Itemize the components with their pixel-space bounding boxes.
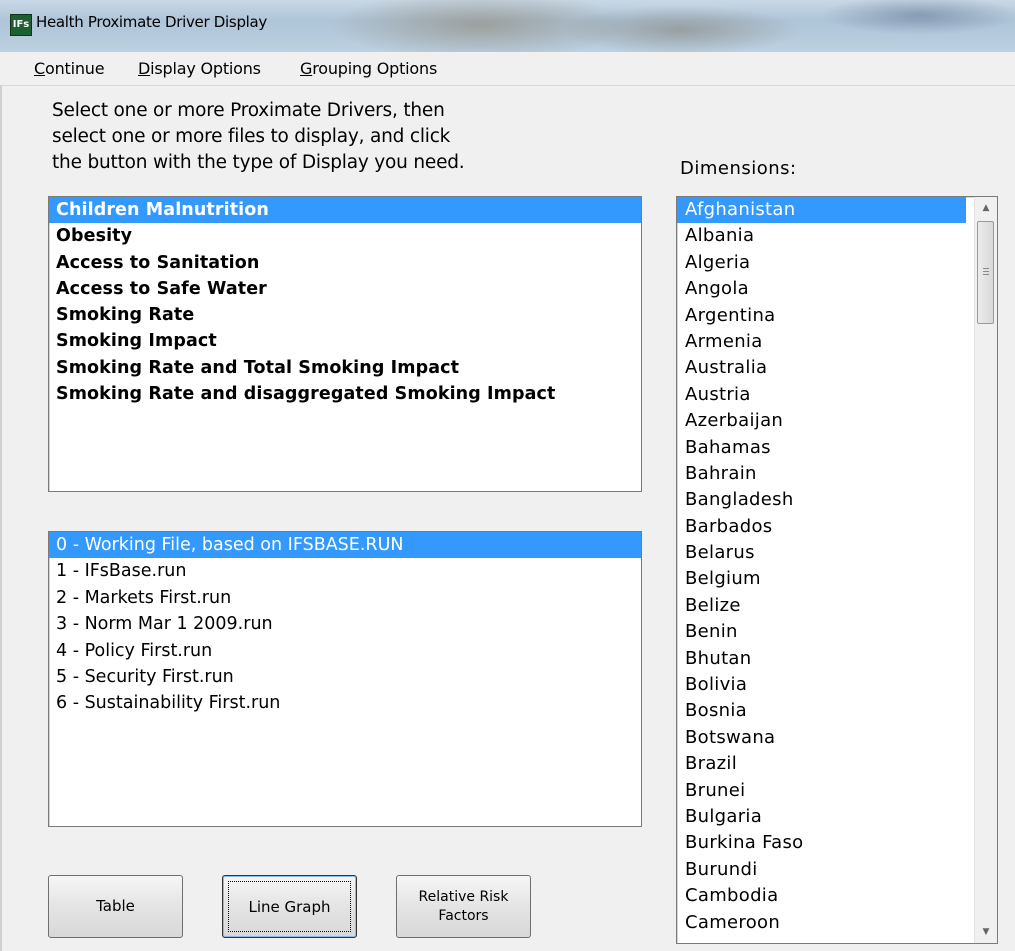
dimension-item[interactable]: Azerbaijan: [677, 408, 966, 434]
menu-bar: Continue Display Options Grouping Option…: [0, 52, 1015, 86]
table-button-label: able: [102, 897, 135, 915]
dimension-item[interactable]: Bulgaria: [677, 804, 966, 830]
file-item[interactable]: 0 - Working File, based on IFSBASE.RUN: [49, 532, 641, 559]
dimension-item[interactable]: Brunei: [677, 778, 966, 804]
driver-item[interactable]: Smoking Impact: [49, 328, 641, 354]
dimension-item[interactable]: Bolivia: [677, 672, 966, 698]
relative-risk-label-line1: Relative Risk: [418, 889, 509, 905]
dimension-item[interactable]: Brazil: [677, 751, 966, 777]
driver-item[interactable]: Children Malnutrition: [49, 197, 641, 224]
file-item[interactable]: 3 - Norm Mar 1 2009.run: [49, 611, 641, 637]
scrollbar-thumb[interactable]: [977, 221, 994, 324]
relative-risk-label-line2: Factors: [438, 908, 489, 924]
driver-item[interactable]: Smoking Rate: [49, 302, 641, 328]
dimensions-scrollbar[interactable]: ▲ ▼: [974, 197, 997, 943]
menu-grouping-options-label: rouping Options: [312, 59, 438, 78]
scroll-down-arrow-icon[interactable]: ▼: [975, 921, 997, 943]
driver-item[interactable]: Smoking Rate and disaggregated Smoking I…: [49, 381, 641, 407]
driver-item[interactable]: Access to Safe Water: [49, 276, 641, 302]
dimension-item[interactable]: Burkina Faso: [677, 830, 966, 856]
app-icon: IFs: [10, 14, 32, 36]
file-item[interactable]: 5 - Security First.run: [49, 664, 641, 690]
dimension-item[interactable]: Cambodia: [677, 883, 966, 909]
dimension-item[interactable]: Angola: [677, 276, 966, 302]
menu-continue[interactable]: Continue: [34, 59, 105, 78]
line-graph-button[interactable]: Line Graph: [222, 875, 357, 938]
instructions-text: Select one or more Proximate Drivers, th…: [52, 100, 465, 173]
dimension-item[interactable]: Afghanistan: [677, 197, 966, 224]
dimension-item[interactable]: Belize: [677, 593, 966, 619]
driver-item[interactable]: Smoking Rate and Total Smoking Impact: [49, 355, 641, 381]
dimension-item[interactable]: Belgium: [677, 566, 966, 592]
menu-display-options-accel: D: [138, 59, 151, 78]
dimension-item[interactable]: Bahamas: [677, 435, 966, 461]
dimension-item[interactable]: Burundi: [677, 857, 966, 883]
title-bar[interactable]: IFs Health Proximate Driver Display: [0, 0, 1015, 52]
menu-display-options[interactable]: Display Options: [138, 59, 261, 78]
files-list[interactable]: 0 - Working File, based on IFSBASE.RUN 1 …: [48, 531, 642, 827]
dimension-item[interactable]: Australia: [677, 355, 966, 381]
line-graph-button-accel: L: [248, 898, 257, 916]
dimension-item[interactable]: Albania: [677, 223, 966, 249]
dimension-item[interactable]: Bangladesh: [677, 487, 966, 513]
dimension-item[interactable]: Bahrain: [677, 461, 966, 487]
dimension-item[interactable]: Argentina: [677, 303, 966, 329]
table-button-accel: T: [96, 897, 103, 915]
driver-item[interactable]: Obesity: [49, 223, 641, 249]
dimension-item[interactable]: Bosnia: [677, 698, 966, 724]
dimension-item[interactable]: Barbados: [677, 514, 966, 540]
dimension-item[interactable]: Benin: [677, 619, 966, 645]
file-item[interactable]: 4 - Policy First.run: [49, 638, 641, 664]
line-graph-button-label: ine Graph: [256, 898, 331, 916]
file-item[interactable]: 6 - Sustainability First.run: [49, 690, 641, 716]
dimensions-list[interactable]: Afghanistan Albania Algeria Angola Argentina…: [676, 196, 998, 944]
window-title: Health Proximate Driver Display: [36, 13, 268, 31]
scroll-up-arrow-icon[interactable]: ▲: [975, 197, 997, 219]
dimension-item[interactable]: Cameroon: [677, 910, 966, 936]
app-window: IFs Health Proximate Driver Display Cont…: [0, 0, 1015, 951]
file-item[interactable]: 2 - Markets First.run: [49, 585, 641, 611]
driver-item[interactable]: Access to Sanitation: [49, 250, 641, 276]
dimension-item[interactable]: Austria: [677, 382, 966, 408]
dimension-item[interactable]: Armenia: [677, 329, 966, 355]
relative-risk-factors-button[interactable]: Relative Risk Factors: [396, 875, 531, 938]
menu-continue-accel: C: [34, 59, 45, 78]
dimension-item[interactable]: Bhutan: [677, 646, 966, 672]
dimension-item[interactable]: Botswana: [677, 725, 966, 751]
menu-grouping-options-accel: G: [300, 59, 313, 78]
file-item[interactable]: 1 - IFsBase.run: [49, 558, 641, 584]
menu-grouping-options[interactable]: Grouping Options: [300, 59, 437, 78]
proximate-drivers-list[interactable]: Children Malnutrition Obesity Access to Sa…: [48, 196, 642, 492]
dimension-item[interactable]: Belarus: [677, 540, 966, 566]
dimension-item[interactable]: Algeria: [677, 250, 966, 276]
dimensions-label: Dimensions:: [680, 158, 797, 179]
table-button[interactable]: Table: [48, 875, 183, 938]
menu-display-options-label: isplay Options: [150, 59, 261, 78]
menu-continue-label: ontinue: [44, 59, 105, 78]
